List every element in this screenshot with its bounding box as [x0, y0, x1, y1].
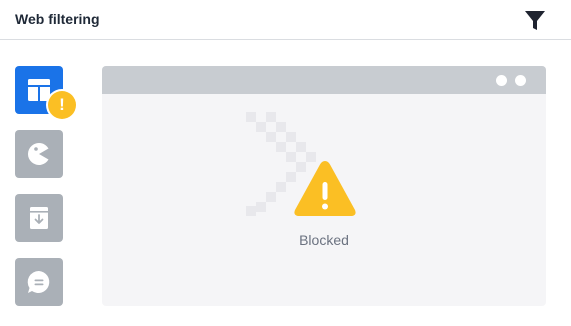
warning-triangle-icon: [294, 161, 356, 216]
filter-icon[interactable]: [523, 9, 547, 33]
sidebar-item-games[interactable]: [15, 130, 63, 178]
page-title: Web filtering: [15, 11, 100, 27]
header: Web filtering: [0, 0, 571, 40]
sidebar-item-chat[interactable]: [15, 258, 63, 306]
chat-bubble-icon: [27, 270, 50, 293]
window-dot: [515, 75, 526, 86]
archive-download-icon: [30, 207, 48, 229]
sidebar-item-downloads[interactable]: [15, 194, 63, 242]
browser-window: Blocked: [102, 66, 546, 306]
warning-badge: !: [48, 91, 76, 119]
window-dot: [496, 75, 507, 86]
blocked-status-text: Blocked: [299, 232, 349, 248]
browser-title-bar: [102, 66, 546, 94]
pacman-icon: [27, 143, 49, 165]
web-filtering-card: Web filtering ! Blocked: [0, 0, 571, 326]
